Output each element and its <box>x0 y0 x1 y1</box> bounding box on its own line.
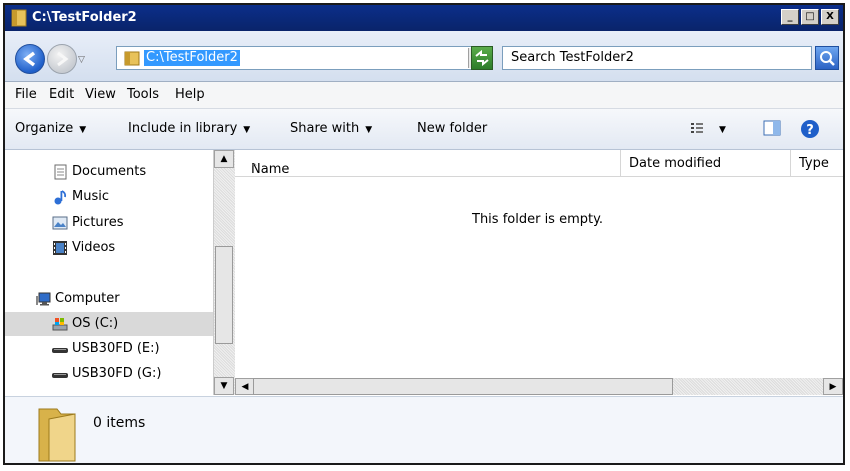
folder-icon <box>11 9 27 27</box>
pictures-icon <box>52 216 68 230</box>
help-icon: ? <box>801 120 819 138</box>
search-placeholder: Search TestFolder2 <box>511 50 634 65</box>
drive-c-icon <box>52 318 68 331</box>
column-header-name[interactable]: Name ^ <box>235 150 621 177</box>
forward-button[interactable] <box>47 44 77 74</box>
new-folder-button[interactable]: New folder <box>417 121 487 136</box>
scroll-right-button[interactable]: ▶ <box>823 378 843 395</box>
preview-pane-button[interactable] <box>763 120 781 140</box>
svg-text:?: ? <box>806 123 814 138</box>
column-headers: Name ^ Date modified Type <box>235 150 843 177</box>
view-list-icon <box>691 123 703 133</box>
computer-icon <box>36 292 51 306</box>
chevron-down-icon: ▼ <box>79 125 87 135</box>
column-header-type[interactable]: Type <box>791 150 843 176</box>
help-button[interactable]: ? <box>800 119 820 143</box>
menu-help[interactable]: Help <box>175 87 205 102</box>
usb-drive-icon <box>52 348 68 353</box>
address-bar[interactable]: C:\TestFolder2 ▼ <box>116 46 489 70</box>
menu-tools[interactable]: Tools <box>127 87 159 102</box>
chevron-down-icon: ▼ <box>365 125 373 135</box>
folder-large-icon <box>38 408 76 462</box>
title-bar[interactable]: C:\TestFolder2 _ □ X <box>5 5 843 31</box>
item-count: 0 items <box>93 415 146 431</box>
preview-pane-icon <box>763 120 781 136</box>
chevron-down-icon: ▼ <box>243 125 251 135</box>
nav-item-label: Videos <box>72 240 116 255</box>
change-view-button[interactable]: ▼ <box>689 120 726 136</box>
arrow-left-icon <box>23 51 36 67</box>
include-in-library-button[interactable]: Include in library ▼ <box>128 121 250 136</box>
nav-item-documents[interactable]: Documents <box>5 160 213 184</box>
share-with-button[interactable]: Share with ▼ <box>290 121 372 136</box>
nav-item-pictures[interactable]: Pictures <box>5 211 213 235</box>
sort-ascending-icon: ^ <box>251 162 258 171</box>
horizontal-scroll-thumb[interactable] <box>253 378 673 395</box>
nav-item-computer[interactable]: Computer <box>5 287 213 311</box>
window-title: C:\TestFolder2 <box>32 10 137 25</box>
nav-item-label: Music <box>72 189 109 204</box>
folder-icon <box>124 51 140 66</box>
arrow-right-icon <box>57 51 69 67</box>
column-header-date-modified[interactable]: Date modified <box>621 150 791 176</box>
nav-item-label: USB30FD (G:) <box>72 366 162 381</box>
nav-item-usb-e[interactable]: USB30FD (E:) <box>5 337 213 361</box>
command-bar: Organize ▼ Include in library ▼ Share with… <box>5 109 843 150</box>
minimize-button[interactable]: _ <box>781 9 799 25</box>
refresh-button[interactable] <box>471 46 493 70</box>
menu-file[interactable]: File <box>15 87 37 102</box>
nav-item-label: OS (C:) <box>72 316 119 331</box>
scroll-down-button[interactable]: ▼ <box>214 377 234 395</box>
menu-bar: File Edit View Tools Help <box>5 82 843 109</box>
search-input[interactable]: Search TestFolder2 <box>502 46 812 70</box>
documents-icon <box>54 164 67 180</box>
file-list[interactable]: Name ^ Date modified Type This folder is… <box>235 150 843 395</box>
navigation-pane: Documents Music Pictures Videos Computer… <box>5 150 213 388</box>
back-button[interactable] <box>15 44 45 74</box>
organize-button[interactable]: Organize ▼ <box>15 121 86 136</box>
maximize-button[interactable]: □ <box>801 9 819 25</box>
nav-item-label: Documents <box>72 164 147 179</box>
empty-folder-message: This folder is empty. <box>472 212 604 227</box>
videos-icon <box>53 241 67 255</box>
nav-item-videos[interactable]: Videos <box>5 236 213 260</box>
nav-item-music[interactable]: Music <box>5 185 213 209</box>
menu-view[interactable]: View <box>85 87 116 102</box>
navigation-bar: ▽ C:\TestFolder2 ▼ Search TestFolder2 <box>5 31 843 82</box>
search-button[interactable] <box>815 46 839 70</box>
recent-pages-dropdown[interactable]: ▽ <box>78 55 85 65</box>
nav-item-label: Computer <box>55 291 120 306</box>
details-pane: 0 items <box>5 396 843 463</box>
nav-item-label: Pictures <box>72 215 124 230</box>
scroll-up-button[interactable]: ▲ <box>214 150 234 168</box>
menu-edit[interactable]: Edit <box>49 87 74 102</box>
navigation-pane-scrollbar[interactable]: ▲ ▼ <box>213 150 236 395</box>
explorer-window: C:\TestFolder2 _ □ X ▽ C:\TestFolder2 ▼ <box>3 3 845 465</box>
address-text[interactable]: C:\TestFolder2 <box>144 50 240 66</box>
usb-drive-icon <box>52 373 68 378</box>
scroll-left-button[interactable]: ◀ <box>235 378 255 395</box>
nav-item-label: USB30FD (E:) <box>72 341 160 356</box>
music-icon <box>54 190 67 205</box>
refresh-icon <box>475 49 489 67</box>
scroll-thumb[interactable] <box>215 246 233 344</box>
horizontal-scrollbar[interactable]: ◀ ▶ <box>235 378 843 395</box>
chevron-down-icon: ▼ <box>719 124 726 135</box>
nav-item-usb-g[interactable]: USB30FD (G:) <box>5 362 213 386</box>
close-button[interactable]: X <box>821 9 839 25</box>
search-icon <box>820 51 835 66</box>
nav-item-os-c[interactable]: OS (C:) <box>5 312 213 336</box>
